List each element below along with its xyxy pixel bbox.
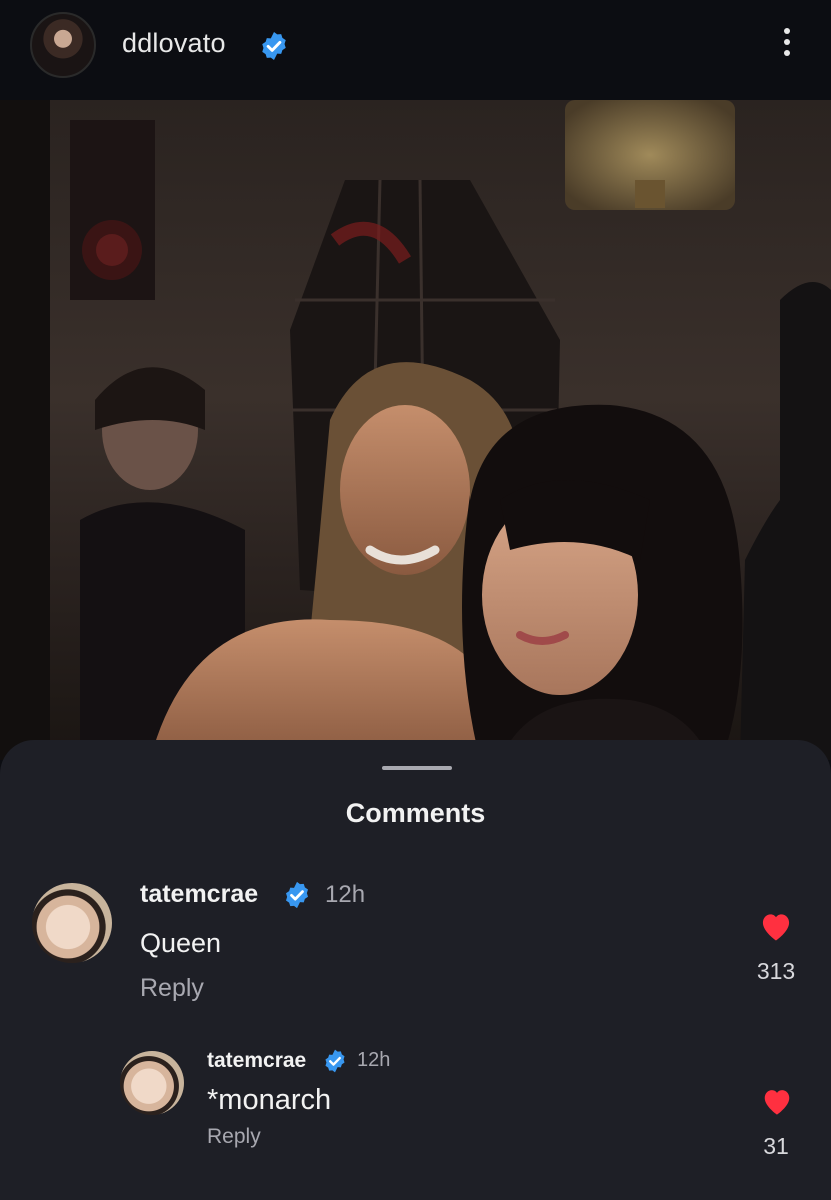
heart-icon[interactable] (760, 1086, 794, 1116)
avatar[interactable] (120, 1051, 184, 1115)
verified-badge-icon (325, 1049, 345, 1073)
heart-icon[interactable] (758, 910, 794, 942)
like-count: 31 (763, 1133, 789, 1159)
comment-text: Queen (140, 928, 222, 958)
avatar[interactable] (32, 883, 112, 963)
comment-timestamp: 12h (325, 881, 366, 908)
comments-title: Comments (345, 798, 486, 828)
post-header: ddlovato (0, 0, 831, 100)
comment-timestamp: 12h (357, 1049, 391, 1071)
avatar[interactable] (30, 12, 96, 78)
more-options-icon[interactable] (772, 24, 802, 68)
comment-username[interactable]: tatemcrae (207, 1049, 306, 1073)
post-photo[interactable] (0, 100, 831, 760)
like-count: 313 (756, 958, 796, 984)
comments-sheet: Comments tatemcrae 12h Queen Reply 313 t… (0, 740, 831, 1200)
verified-badge-icon (262, 32, 286, 60)
photo-illustration (0, 100, 831, 760)
comment-username[interactable]: tatemcrae (140, 880, 258, 909)
reply-button[interactable]: Reply (207, 1125, 261, 1149)
verified-badge-icon (286, 881, 308, 909)
comment-text: *monarch (207, 1084, 332, 1116)
reply-button[interactable]: Reply (140, 974, 204, 1003)
drag-handle[interactable] (382, 766, 452, 770)
post-username[interactable]: ddlovato (122, 28, 226, 59)
